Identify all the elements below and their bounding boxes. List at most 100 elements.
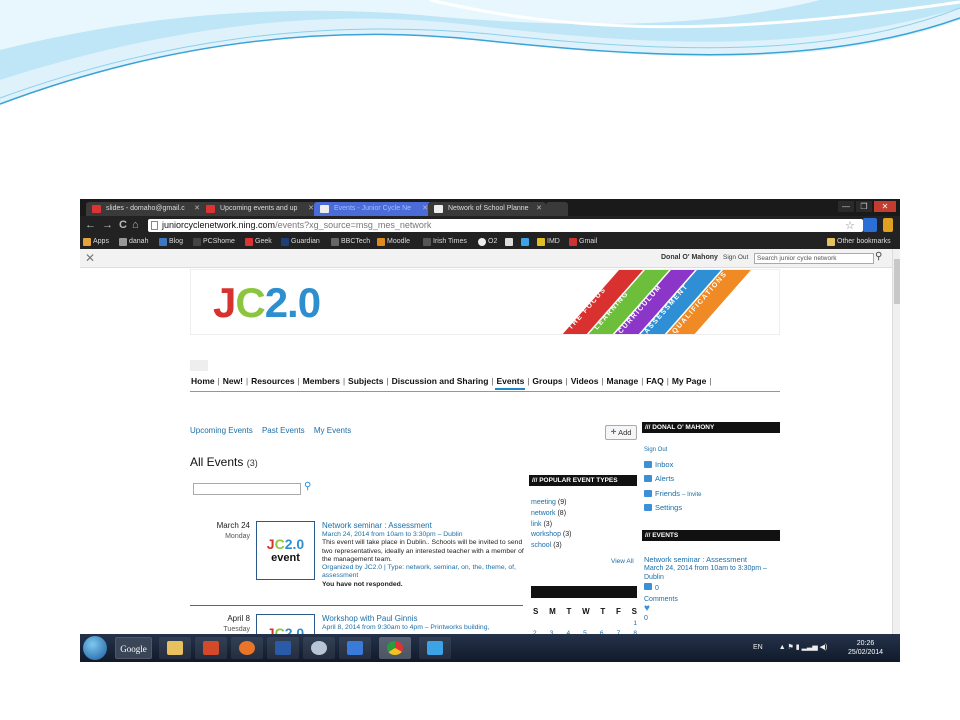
bookmark-imd[interactable]: IMD <box>536 235 560 249</box>
event-title-link[interactable]: Network seminar : Assessment <box>322 521 524 531</box>
search-icon[interactable]: ⚲ <box>875 251 882 262</box>
ning-tools-icon[interactable]: ✕ <box>85 251 95 265</box>
clock[interactable]: 20:26 25/02/2014 <box>848 639 883 657</box>
nav-members[interactable]: Members <box>302 374 341 388</box>
taskbar-chrome[interactable] <box>379 637 411 659</box>
settings-link[interactable]: Settings <box>644 503 682 512</box>
sign-out-link[interactable]: Sign Out <box>723 254 748 261</box>
nav-videos[interactable]: Videos <box>570 374 600 388</box>
minimize-button[interactable]: — <box>838 201 854 212</box>
comments-link[interactable]: Comments <box>644 595 784 604</box>
bookmark-pcshome[interactable]: PCShome <box>192 235 235 249</box>
event-organizer[interactable]: Organized by JC2.0 | Type: network, semi… <box>322 564 524 581</box>
nav-my-page[interactable]: My Page <box>671 374 708 388</box>
taskbar-explorer[interactable] <box>159 637 191 659</box>
reload-icon[interactable]: C <box>119 219 127 232</box>
bookmark-moodle[interactable]: Moodle <box>376 235 410 249</box>
nav-discussion[interactable]: Discussion and Sharing <box>391 374 490 388</box>
nav-faq[interactable]: FAQ <box>645 374 664 388</box>
scrollbar-thumb[interactable] <box>894 259 900 304</box>
nav-resources[interactable]: Resources <box>250 374 295 388</box>
bookmark-guardian[interactable]: Guardian <box>280 235 320 249</box>
my-events-link[interactable]: My Events <box>314 426 351 435</box>
bookmark-blog[interactable]: Blog <box>158 235 183 249</box>
bookmark-star-icon[interactable]: ☆ <box>845 219 855 232</box>
invite-link[interactable]: – Invite <box>682 492 701 498</box>
event-search-input[interactable] <box>193 483 301 495</box>
browser-tab-strip: slides - domaho@gmail.c ✕ Upcoming event… <box>80 199 900 216</box>
taskbar-app[interactable] <box>303 637 335 659</box>
event-type-item[interactable]: link (3) <box>531 520 571 531</box>
maximize-button[interactable]: ❐ <box>856 201 872 212</box>
likes-count: 0 <box>644 615 648 622</box>
page-scrollbar[interactable] <box>892 249 900 634</box>
sidebar-event-place[interactable]: Dublin <box>644 573 784 582</box>
nav-new[interactable]: New! <box>222 374 244 388</box>
view-all-link[interactable]: View All <box>611 558 634 565</box>
bookmark-gmail[interactable]: Gmail <box>568 235 597 249</box>
heart-icon[interactable]: ♥ <box>644 604 784 614</box>
calendar-day[interactable]: 1 <box>633 620 637 627</box>
bookmark-o2[interactable]: O2 <box>477 235 497 249</box>
event-thumbnail[interactable]: JC2.0 event <box>256 521 315 580</box>
bookmark-geek[interactable]: Geek <box>244 235 272 249</box>
event-title-link[interactable]: Workshop with Paul Ginnis <box>322 614 524 624</box>
add-event-button[interactable]: + Add <box>605 425 637 440</box>
forward-arrow-icon[interactable]: → <box>102 219 113 232</box>
app-icon <box>347 641 363 655</box>
taskbar-app[interactable] <box>339 637 371 659</box>
user-name[interactable]: Donal O' Mahony <box>661 254 718 261</box>
search-icon[interactable]: ⚲ <box>304 481 311 492</box>
bookmark-danah[interactable]: danah <box>118 235 148 249</box>
sidebar-event-when[interactable]: March 24, 2014 from 10am to 3:30pm – <box>644 564 784 573</box>
address-bar[interactable]: juniorcyclenetwork.ning.com/events?xg_so… <box>148 219 863 232</box>
taskbar-firefox[interactable] <box>231 637 263 659</box>
taskbar-word[interactable] <box>267 637 299 659</box>
language-indicator[interactable]: EN <box>753 644 763 651</box>
event-type-item[interactable]: school (3) <box>531 541 571 552</box>
browser-tab-events[interactable]: Events - Junior Cycle Ne ✕ <box>314 202 432 216</box>
new-tab-button[interactable] <box>546 202 568 216</box>
event-when[interactable]: March 24, 2014 from 10am to 3:30pm – Dub… <box>322 531 524 539</box>
site-logo[interactable]: JC2.0 <box>213 280 321 326</box>
nav-events[interactable]: Events <box>495 374 526 390</box>
nav-manage[interactable]: Manage <box>606 374 640 388</box>
tray-icons[interactable]: ▲ ⚑ ▮ ▂▃▅ ◀) <box>779 644 828 651</box>
close-tab-icon[interactable]: ✕ <box>536 202 542 216</box>
folder-icon <box>827 238 835 246</box>
browser-tab-gmail-slides[interactable]: slides - domaho@gmail.c ✕ <box>86 202 204 216</box>
sidebar-event-title[interactable]: Network seminar : Assessment <box>644 555 784 564</box>
close-window-button[interactable]: ✕ <box>874 201 896 212</box>
taskbar-google[interactable]: Google <box>115 637 152 659</box>
inbox-link[interactable]: Inbox <box>644 460 673 469</box>
profile-sign-out-link[interactable]: Sign Out <box>644 447 667 453</box>
event-type-item[interactable]: workshop (3) <box>531 530 571 541</box>
past-events-link[interactable]: Past Events <box>262 426 305 435</box>
event-when[interactable]: April 8, 2014 from 9:30am to 4pm – Print… <box>322 624 524 632</box>
event-type-item[interactable]: network (8) <box>531 509 571 520</box>
taskbar-twitter[interactable] <box>419 637 451 659</box>
taskbar-powerpoint[interactable] <box>195 637 227 659</box>
other-bookmarks[interactable]: Other bookmarks <box>826 235 891 249</box>
home-icon[interactable]: ⌂ <box>132 219 139 232</box>
event-type-item[interactable]: meeting (9) <box>531 498 571 509</box>
upcoming-events-link[interactable]: Upcoming Events <box>190 426 253 435</box>
start-button[interactable] <box>83 636 107 660</box>
extension-icon[interactable] <box>863 218 877 232</box>
events-box-header: /// EVENTS <box>642 530 780 541</box>
site-search-input[interactable]: Search junior cycle network <box>754 253 874 264</box>
bookmark-irish-times[interactable]: Irish Times <box>422 235 467 249</box>
gmail-icon <box>569 238 577 246</box>
friends-link[interactable]: Friends – Invite <box>644 489 701 498</box>
browser-tab-school-planners[interactable]: Network of School Planne ✕ <box>428 202 546 216</box>
bookmark-apps[interactable]: Apps <box>82 235 109 249</box>
nav-subjects[interactable]: Subjects <box>347 374 384 388</box>
bookmark-bbctech[interactable]: BBCTech <box>330 235 370 249</box>
browser-tab-gmail-events[interactable]: Upcoming events and up ✕ <box>200 202 318 216</box>
nav-groups[interactable]: Groups <box>531 374 563 388</box>
nav-home[interactable]: Home <box>190 374 216 388</box>
alerts-link[interactable]: Alerts <box>644 474 674 483</box>
app-icon <box>311 641 327 655</box>
back-arrow-icon[interactable]: ← <box>85 219 96 232</box>
menu-icon[interactable] <box>883 218 893 232</box>
